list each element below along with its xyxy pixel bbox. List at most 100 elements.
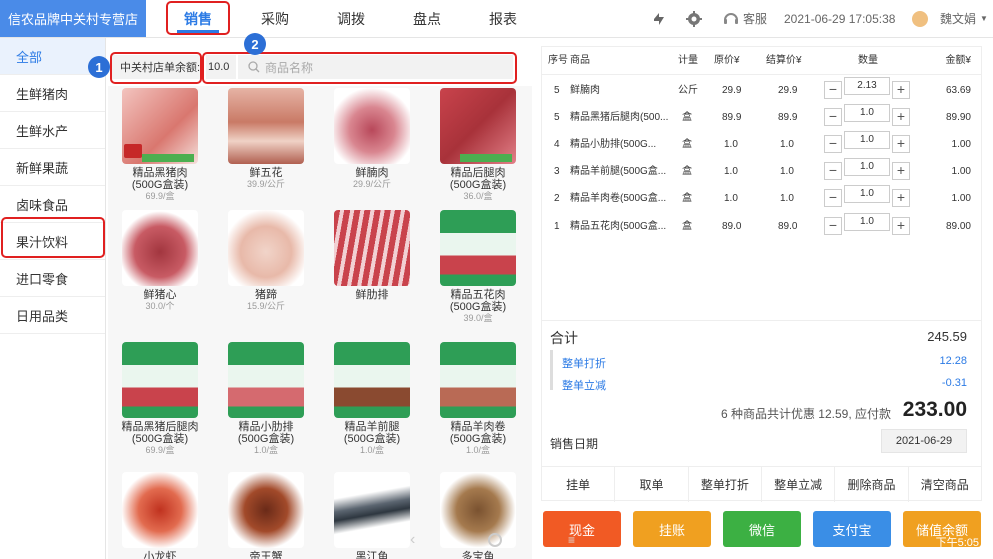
pay-wechat-button[interactable]: 微信 xyxy=(723,511,801,547)
product-card[interactable]: 帝王蟹 xyxy=(224,472,308,559)
qty-input[interactable]: 1.0 xyxy=(844,131,890,149)
user-menu[interactable]: 魏文娟 ▼ xyxy=(912,0,988,37)
product-image xyxy=(228,472,304,548)
row-settle: 29.9 xyxy=(778,85,798,96)
qty-input[interactable]: 1.0 xyxy=(844,213,890,231)
product-card[interactable]: 精品小肋排(500G盒装) 1.0/盒 xyxy=(224,342,308,456)
product-card[interactable]: 鲜肋排 xyxy=(330,210,414,301)
pay-cash-button[interactable]: 现金 xyxy=(543,511,621,547)
tab-reports[interactable]: 报表 xyxy=(474,0,532,37)
sidebar-item-daily[interactable]: 日用品类 xyxy=(0,297,105,334)
pay-alipay-button[interactable]: 支付宝 xyxy=(813,511,891,547)
order-discount-button[interactable]: 整单打折 xyxy=(689,467,762,502)
top-bar: 信农品牌中关村专营店 销售 采购 调拨 盘点 报表 客服 2021-06-29 … xyxy=(0,0,993,38)
cart-row[interactable]: 2 精品羊肉卷(500G盒... 盒 1.0 1.0 − 1.0 + 1.00 xyxy=(542,185,981,212)
row-unit: 盒 xyxy=(682,139,692,150)
row-no: 2 xyxy=(554,193,560,204)
product-card[interactable]: 鲜猪心 30.0/个 xyxy=(118,210,202,312)
row-unit: 盒 xyxy=(682,166,692,177)
product-name: 精品羊肉卷(500G盒装) xyxy=(449,421,507,445)
row-orig: 89.9 xyxy=(722,112,742,123)
qty-minus-button[interactable]: − xyxy=(824,162,842,180)
qty-minus-button[interactable]: − xyxy=(824,217,842,235)
qty-input[interactable]: 1.0 xyxy=(844,104,890,122)
row-no: 4 xyxy=(554,139,560,150)
cart-row[interactable]: 4 精品小肋排(500G... 盒 1.0 1.0 − 1.0 + 1.00 xyxy=(542,131,981,158)
sidebar-item-braised[interactable]: 卤味食品 xyxy=(0,186,105,223)
product-image xyxy=(228,210,304,286)
qty-input[interactable]: 1.0 xyxy=(844,185,890,203)
qty-plus-button[interactable]: + xyxy=(892,189,910,207)
tab-transfer[interactable]: 调拨 xyxy=(322,0,380,37)
qty-minus-button[interactable]: − xyxy=(824,135,842,153)
qty-minus-button[interactable]: − xyxy=(824,108,842,126)
product-card[interactable]: 精品羊前腿(500G盒装) 1.0/盒 xyxy=(330,342,414,456)
pay-credit-button[interactable]: 挂账 xyxy=(633,511,711,547)
row-name: 精品黑猪后腿肉(500... xyxy=(570,112,669,123)
qty-input[interactable]: 1.0 xyxy=(844,158,890,176)
tab-inventory[interactable]: 盘点 xyxy=(398,0,456,37)
product-image xyxy=(228,342,304,418)
sync-icon[interactable] xyxy=(650,0,668,37)
payable-amount: 233.00 xyxy=(902,398,967,421)
col-orig: 原价¥ xyxy=(714,55,740,66)
cart-row[interactable]: 5 鲜腩肉 公斤 29.9 29.9 − 2.13 + 63.69 xyxy=(542,77,981,104)
sidebar-item-pork[interactable]: 生鲜猪肉 xyxy=(0,75,105,112)
sidebar-item-juice[interactable]: 果汁饮料 xyxy=(0,223,105,260)
clear-items-button[interactable]: 清空商品 xyxy=(909,467,981,502)
qty-minus-button[interactable]: − xyxy=(824,189,842,207)
tab-purchase[interactable]: 采购 xyxy=(246,0,304,37)
product-name: 精品小肋排(500G盒装) xyxy=(237,421,295,445)
product-card[interactable]: 精品羊肉卷(500G盒装) 1.0/盒 xyxy=(436,342,520,456)
gear-icon[interactable] xyxy=(685,0,703,37)
cart-row[interactable]: 5 精品黑猪后腿肉(500... 盒 89.9 89.9 − 1.0 + 89.… xyxy=(542,104,981,131)
product-card[interactable]: 多宝鱼 xyxy=(436,472,520,559)
tab-sales[interactable]: 销售 xyxy=(167,0,229,37)
cart-row[interactable]: 1 精品五花肉(500G盒... 盒 89.0 89.0 − 1.0 + 89.… xyxy=(542,213,981,240)
product-card[interactable]: 精品五花肉(500G盒装) 39.0/盒 xyxy=(436,210,520,324)
row-orig: 1.0 xyxy=(724,193,738,204)
qty-plus-button[interactable]: + xyxy=(892,162,910,180)
product-grid: 精品黑猪肉(500G盒装) 69.9/盒 鲜五花 39.9/公斤 鲜腩肉 29.… xyxy=(108,86,532,559)
tab-sales-label: 销售 xyxy=(184,10,212,27)
product-price: 1.0/盒 xyxy=(465,445,490,455)
discount-value: 12.28 xyxy=(939,355,967,367)
chevron-down-icon: ▼ xyxy=(980,14,988,23)
hold-order-button[interactable]: 挂单 xyxy=(542,467,616,502)
qty-plus-button[interactable]: + xyxy=(892,108,910,126)
qty-plus-button[interactable]: + xyxy=(892,81,910,99)
sale-date-picker[interactable]: 2021-06-29 xyxy=(881,429,967,453)
summary-bar xyxy=(550,350,553,390)
product-card[interactable]: 精品黑猪后腿肉(500G盒装) 69.9/盒 xyxy=(118,342,202,456)
product-price: 69.9/盒 xyxy=(145,445,175,455)
support-button[interactable]: 客服 xyxy=(722,0,767,37)
product-card[interactable]: 鲜腩肉 29.9/公斤 xyxy=(330,88,414,190)
cart-panel: 序号 商品 计量 原价¥ 结算价¥ 数量 金额¥ 5 鲜腩肉 公斤 29.9 2… xyxy=(541,46,982,502)
sidebar-item-imported[interactable]: 进口零食 xyxy=(0,260,105,297)
qty-plus-button[interactable]: + xyxy=(892,217,910,235)
row-name: 精品小肋排(500G... xyxy=(570,139,657,150)
delete-item-button[interactable]: 删除商品 xyxy=(835,467,909,502)
search-input[interactable]: 商品名称 xyxy=(238,55,513,79)
product-card[interactable]: 小龙虾 xyxy=(118,472,202,559)
pay-stored-value-button[interactable]: 储值余额 xyxy=(903,511,981,547)
row-amount: 63.69 xyxy=(945,85,971,96)
qty-input[interactable]: 2.13 xyxy=(844,77,890,95)
product-card[interactable]: 精品黑猪肉(500G盒装) 69.9/盒 xyxy=(118,88,202,202)
row-orig: 89.0 xyxy=(722,221,742,232)
retrieve-order-button[interactable]: 取单 xyxy=(615,467,689,502)
product-card[interactable]: 鲜五花 39.9/公斤 xyxy=(224,88,308,190)
qty-plus-button[interactable]: + xyxy=(892,135,910,153)
product-card[interactable]: 猪蹄 15.9/公斤 xyxy=(224,210,308,312)
row-name: 鲜腩肉 xyxy=(570,85,600,96)
qty-minus-button[interactable]: − xyxy=(824,81,842,99)
cart-row[interactable]: 3 精品羊前腿(500G盒... 盒 1.0 1.0 − 1.0 + 1.00 xyxy=(542,158,981,185)
sidebar-item-seafood[interactable]: 生鲜水产 xyxy=(0,112,105,149)
product-card[interactable]: 精品后腿肉(500G盒装) 36.0/盒 xyxy=(436,88,520,202)
discount-label[interactable]: 整单打折 xyxy=(562,355,606,371)
reduce-label[interactable]: 整单立减 xyxy=(562,377,606,393)
order-reduce-button[interactable]: 整单立减 xyxy=(762,467,836,502)
product-card[interactable]: 黑江鱼 xyxy=(330,472,414,559)
row-unit: 盒 xyxy=(682,112,692,123)
sidebar-item-produce[interactable]: 新鲜果蔬 xyxy=(0,149,105,186)
